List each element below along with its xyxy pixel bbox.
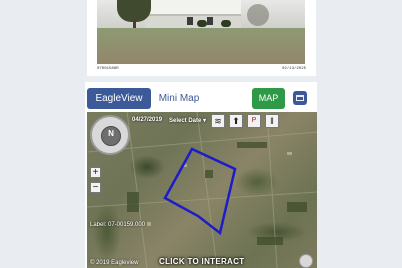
listing-photo-card: 07001586R 02/13/2025 (87, 0, 316, 76)
pin-icon[interactable]: ⬆ (229, 114, 243, 128)
listing-photo[interactable] (97, 0, 305, 64)
zoom-out-button[interactable]: − (90, 182, 101, 193)
aerial-map[interactable]: N 04/27/2019 Select Date ▾ ≋ ⬆ P ‖ + − L… (87, 112, 317, 268)
photo-shrub (221, 20, 231, 27)
caret-down-icon: ▾ (203, 118, 207, 124)
split-icon[interactable]: ‖ (265, 114, 279, 128)
photo-door (207, 17, 213, 25)
pdf-icon[interactable]: P (247, 114, 261, 128)
compass-north-label: N (108, 129, 114, 138)
map-card: EagleView Mini Map MAP N 04/27/2019 Sele… (85, 82, 317, 268)
click-to-interact-overlay[interactable]: CLICK TO INTERACT (159, 257, 244, 266)
photo-door (187, 17, 193, 25)
parcel-boundary (163, 147, 237, 236)
map-button[interactable]: MAP (252, 88, 285, 109)
layers-icon[interactable]: ≋ (211, 114, 225, 128)
photo-caption-id: 07001586R (97, 67, 119, 71)
parcel-label: Label: 07-00159.000 (90, 222, 146, 228)
photo-lawn (97, 28, 305, 64)
photo-caption-date: 02/13/2025 (281, 67, 306, 71)
photo-tree (247, 4, 269, 26)
zoom-in-button[interactable]: + (90, 167, 101, 178)
copyright-text: © 2019 Eagleview (90, 260, 139, 266)
photo-tree (117, 0, 151, 22)
window-icon[interactable] (293, 91, 307, 105)
tab-mini-map[interactable]: Mini Map (157, 88, 201, 109)
photo-tree-trunk (133, 20, 136, 28)
select-date-dropdown[interactable]: Select Date ▾ (169, 117, 206, 124)
imagery-date: 04/27/2019 (132, 117, 163, 123)
compass-control[interactable]: N (90, 115, 130, 155)
compass-center: N (101, 126, 121, 146)
eagleview-logo-icon (299, 254, 313, 268)
select-date-label: Select Date (169, 118, 202, 124)
photo-shrub (197, 20, 207, 27)
tab-eagleview[interactable]: EagleView (87, 88, 151, 109)
